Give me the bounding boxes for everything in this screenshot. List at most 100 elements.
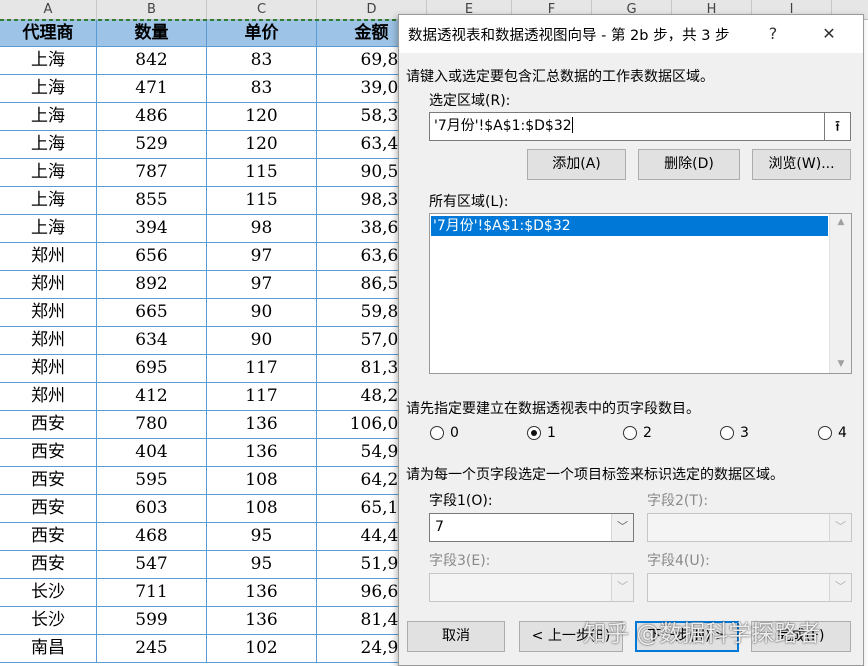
table-cell[interactable]: 599 (97, 607, 207, 635)
table-cell[interactable]: 245 (97, 635, 207, 663)
table-cell[interactable]: 95 (207, 551, 317, 579)
table-cell[interactable]: 长沙 (0, 579, 97, 607)
table-cell[interactable]: 上海 (0, 159, 97, 187)
table-cell[interactable]: 404 (97, 439, 207, 467)
table-cell[interactable]: 711 (97, 579, 207, 607)
radio-1-circle[interactable] (527, 426, 541, 440)
column-header-a[interactable]: A (0, 0, 97, 20)
chevron-down-icon[interactable]: ﹀ (829, 514, 851, 541)
table-cell[interactable]: 855 (97, 187, 207, 215)
header-cell[interactable]: 数量 (97, 20, 207, 47)
table-cell[interactable]: 120 (207, 103, 317, 131)
table-cell[interactable]: 西安 (0, 523, 97, 551)
table-cell[interactable]: 136 (207, 439, 317, 467)
delete-button[interactable]: 删除(D) (638, 149, 740, 180)
chevron-down-icon[interactable]: ﹀ (829, 574, 851, 601)
table-cell[interactable]: 117 (207, 383, 317, 411)
table-cell[interactable]: 603 (97, 495, 207, 523)
table-cell[interactable]: 97 (207, 243, 317, 271)
table-cell[interactable]: 102 (207, 635, 317, 663)
table-cell[interactable]: 634 (97, 327, 207, 355)
scroll-up-icon[interactable]: ▲ (836, 217, 846, 227)
field2-combo[interactable]: ﹀ (647, 513, 852, 542)
header-cell[interactable]: 代理商 (0, 20, 97, 47)
table-cell[interactable]: 394 (97, 215, 207, 243)
table-cell[interactable]: 郑州 (0, 299, 97, 327)
table-cell[interactable]: 117 (207, 355, 317, 383)
table-cell[interactable]: 787 (97, 159, 207, 187)
radio-3-circle[interactable] (720, 426, 734, 440)
radio-2-circle[interactable] (623, 426, 637, 440)
table-cell[interactable]: 695 (97, 355, 207, 383)
chevron-down-icon[interactable]: ﹀ (611, 514, 633, 541)
radio-0-circle[interactable] (430, 426, 444, 440)
list-item[interactable]: '7月份'!$A$1:$D$32 (431, 216, 828, 236)
table-cell[interactable]: 90 (207, 327, 317, 355)
table-cell[interactable]: 471 (97, 75, 207, 103)
table-cell[interactable]: 98 (207, 215, 317, 243)
table-cell[interactable]: 83 (207, 47, 317, 75)
scroll-down-icon[interactable]: ▼ (836, 359, 846, 369)
table-cell[interactable]: 西安 (0, 551, 97, 579)
table-cell[interactable]: 上海 (0, 131, 97, 159)
table-cell[interactable]: 郑州 (0, 243, 97, 271)
range-input[interactable]: '7月份'!$A$1:$D$32 (429, 112, 825, 141)
column-header-c[interactable]: C (207, 0, 317, 20)
table-cell[interactable]: 656 (97, 243, 207, 271)
radio-3[interactable]: 3 (720, 425, 749, 441)
table-cell[interactable]: 108 (207, 495, 317, 523)
header-cell[interactable]: 单价 (207, 20, 317, 47)
chevron-down-icon[interactable]: ﹀ (611, 574, 633, 601)
help-button[interactable]: ? (751, 15, 795, 53)
table-cell[interactable]: 97 (207, 271, 317, 299)
table-cell[interactable]: 468 (97, 523, 207, 551)
field1-combo[interactable]: 7 ﹀ (429, 513, 634, 542)
field3-combo[interactable]: ﹀ (429, 573, 634, 602)
collapse-dialog-button[interactable]: ⭱ (825, 112, 851, 141)
table-cell[interactable]: 547 (97, 551, 207, 579)
radio-1[interactable]: 1 (527, 425, 556, 441)
table-cell[interactable]: 780 (97, 411, 207, 439)
table-cell[interactable]: 西安 (0, 439, 97, 467)
table-cell[interactable]: 郑州 (0, 383, 97, 411)
radio-4-circle[interactable] (818, 426, 832, 440)
table-cell[interactable]: 136 (207, 579, 317, 607)
table-cell[interactable]: 郑州 (0, 327, 97, 355)
table-cell[interactable]: 842 (97, 47, 207, 75)
table-cell[interactable]: 595 (97, 467, 207, 495)
table-cell[interactable]: 西安 (0, 495, 97, 523)
table-cell[interactable]: 83 (207, 75, 317, 103)
radio-2[interactable]: 2 (623, 425, 652, 441)
table-cell[interactable]: 892 (97, 271, 207, 299)
table-cell[interactable]: 529 (97, 131, 207, 159)
radio-4[interactable]: 4 (818, 425, 847, 441)
table-cell[interactable]: 486 (97, 103, 207, 131)
table-cell[interactable]: 上海 (0, 187, 97, 215)
table-cell[interactable]: 郑州 (0, 355, 97, 383)
table-cell[interactable]: 136 (207, 607, 317, 635)
field4-combo[interactable]: ﹀ (647, 573, 852, 602)
all-ranges-listbox[interactable]: '7月份'!$A$1:$D$32 ▲ ▼ (429, 213, 852, 374)
table-cell[interactable]: 上海 (0, 103, 97, 131)
close-button[interactable]: ✕ (807, 15, 851, 53)
radio-0[interactable]: 0 (430, 425, 459, 441)
table-cell[interactable]: 郑州 (0, 271, 97, 299)
table-cell[interactable]: 西安 (0, 411, 97, 439)
table-cell[interactable]: 412 (97, 383, 207, 411)
column-header-b[interactable]: B (97, 0, 207, 20)
table-cell[interactable]: 上海 (0, 47, 97, 75)
table-cell[interactable]: 长沙 (0, 607, 97, 635)
cancel-button[interactable]: 取消 (407, 621, 505, 652)
table-cell[interactable]: 665 (97, 299, 207, 327)
table-cell[interactable]: 西安 (0, 467, 97, 495)
table-cell[interactable]: 95 (207, 523, 317, 551)
browse-button[interactable]: 浏览(W)... (752, 149, 851, 180)
table-cell[interactable]: 115 (207, 187, 317, 215)
table-cell[interactable]: 上海 (0, 215, 97, 243)
listbox-scrollbar[interactable]: ▲ ▼ (829, 214, 851, 373)
table-cell[interactable]: 136 (207, 411, 317, 439)
table-cell[interactable]: 108 (207, 467, 317, 495)
table-cell[interactable]: 120 (207, 131, 317, 159)
table-cell[interactable]: 115 (207, 159, 317, 187)
table-cell[interactable]: 南昌 (0, 635, 97, 663)
